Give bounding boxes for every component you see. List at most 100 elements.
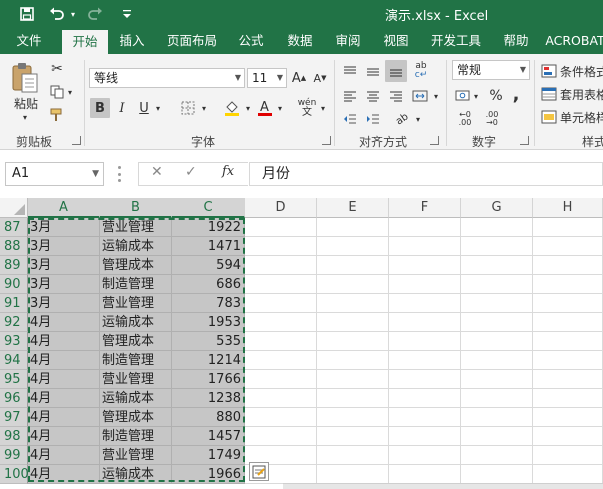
empty-cell[interactable]: [389, 237, 461, 256]
empty-cell[interactable]: [317, 275, 389, 294]
tab-formulas[interactable]: 公式: [231, 28, 271, 54]
tab-help[interactable]: 帮助: [496, 28, 536, 54]
row-header[interactable]: 89: [0, 256, 28, 275]
wrap-text-icon[interactable]: ab c↵: [410, 60, 432, 82]
phonetic-guide-icon[interactable]: wén 文: [297, 98, 317, 118]
cell-b[interactable]: 制造管理: [100, 351, 172, 370]
comma-style-button[interactable]: ,: [508, 84, 524, 105]
undo-icon[interactable]: [46, 3, 68, 25]
tab-review[interactable]: 审阅: [328, 28, 368, 54]
column-header-c[interactable]: C: [172, 198, 245, 218]
cell-c[interactable]: 783: [172, 294, 245, 313]
cell-c[interactable]: 1766: [172, 370, 245, 389]
cell-b[interactable]: 运输成本: [100, 313, 172, 332]
empty-cell[interactable]: [533, 446, 603, 465]
cell-c[interactable]: 1214: [172, 351, 245, 370]
tab-file[interactable]: 文件: [6, 28, 52, 54]
customize-quick-access-icon[interactable]: [116, 3, 138, 25]
fill-color-icon[interactable]: [222, 98, 242, 118]
format-painter-icon[interactable]: [48, 106, 66, 124]
cell-c[interactable]: 686: [172, 275, 245, 294]
copy-icon[interactable]: [48, 83, 66, 101]
cell-c[interactable]: 1238: [172, 389, 245, 408]
row-header[interactable]: 92: [0, 313, 28, 332]
copy-dropdown-icon[interactable]: ▾: [66, 87, 74, 97]
underline-dropdown-icon[interactable]: ▾: [153, 98, 163, 118]
row-header[interactable]: 95: [0, 370, 28, 389]
empty-cell[interactable]: [245, 256, 317, 275]
empty-cell[interactable]: [389, 408, 461, 427]
cell-a[interactable]: 3月: [28, 256, 100, 275]
empty-cell[interactable]: [317, 389, 389, 408]
row-header[interactable]: 98: [0, 427, 28, 446]
empty-cell[interactable]: [245, 313, 317, 332]
cell-a[interactable]: 4月: [28, 370, 100, 389]
row-header[interactable]: 88: [0, 237, 28, 256]
empty-cell[interactable]: [245, 408, 317, 427]
borders-icon[interactable]: [178, 98, 198, 118]
align-bottom-icon[interactable]: [385, 60, 407, 82]
empty-cell[interactable]: [317, 408, 389, 427]
empty-cell[interactable]: [533, 408, 603, 427]
empty-cell[interactable]: [317, 332, 389, 351]
column-header-f[interactable]: F: [389, 198, 461, 218]
column-header-b[interactable]: B: [100, 198, 172, 218]
increase-indent-icon[interactable]: [363, 109, 383, 129]
row-header[interactable]: 87: [0, 218, 28, 237]
cell-c[interactable]: 1471: [172, 237, 245, 256]
cell-b[interactable]: 运输成本: [100, 389, 172, 408]
empty-cell[interactable]: [533, 294, 603, 313]
cell-a[interactable]: 4月: [28, 446, 100, 465]
percent-style-button[interactable]: %: [486, 86, 506, 106]
cell-a[interactable]: 3月: [28, 237, 100, 256]
empty-cell[interactable]: [245, 275, 317, 294]
tab-view[interactable]: 视图: [376, 28, 416, 54]
font-launcher-icon[interactable]: [322, 136, 331, 145]
enter-formula-button[interactable]: ✓: [185, 164, 197, 180]
increase-decimal-icon[interactable]: ←0.00: [454, 109, 476, 129]
cell-b[interactable]: 管理成本: [100, 332, 172, 351]
cell-b[interactable]: 营业管理: [100, 294, 172, 313]
cell-b[interactable]: 运输成本: [100, 465, 172, 484]
number-launcher-icon[interactable]: [520, 136, 529, 145]
alignment-launcher-icon[interactable]: [430, 136, 439, 145]
cut-icon[interactable]: ✂: [48, 60, 66, 78]
cell-b[interactable]: 营业管理: [100, 370, 172, 389]
column-header-a[interactable]: A: [28, 198, 100, 218]
tab-developer[interactable]: 开发工具: [424, 28, 488, 54]
empty-cell[interactable]: [245, 389, 317, 408]
merge-dropdown-icon[interactable]: ▾: [431, 86, 441, 106]
increase-font-size-icon[interactable]: A ▲: [291, 68, 307, 88]
cell-b[interactable]: 营业管理: [100, 218, 172, 237]
align-middle-icon[interactable]: [363, 62, 383, 82]
cell-c[interactable]: 1749: [172, 446, 245, 465]
empty-cell[interactable]: [461, 218, 533, 237]
clipboard-launcher-icon[interactable]: [72, 136, 81, 145]
row-header[interactable]: 91: [0, 294, 28, 313]
cancel-formula-button[interactable]: ✕: [151, 164, 163, 180]
empty-cell[interactable]: [533, 465, 603, 484]
empty-cell[interactable]: [245, 294, 317, 313]
undo-dropdown-icon[interactable]: ▾: [68, 3, 78, 25]
paste-icon[interactable]: [8, 60, 42, 94]
align-top-icon[interactable]: [340, 62, 360, 82]
quick-analysis-button[interactable]: [249, 462, 269, 481]
row-header[interactable]: 90: [0, 275, 28, 294]
cell-styles-button[interactable]: 单元格样: [541, 107, 603, 127]
empty-cell[interactable]: [533, 237, 603, 256]
align-center-icon[interactable]: [363, 86, 383, 106]
empty-cell[interactable]: [461, 332, 533, 351]
merge-center-icon[interactable]: [410, 86, 430, 106]
empty-cell[interactable]: [245, 218, 317, 237]
decrease-font-size-icon[interactable]: A ▼: [312, 68, 328, 88]
cell-b[interactable]: 制造管理: [100, 275, 172, 294]
decrease-decimal-icon[interactable]: .00 →0: [481, 109, 503, 129]
orientation-dropdown-icon[interactable]: ▾: [413, 109, 423, 129]
conditional-formatting-button[interactable]: 条件格式: [541, 61, 603, 81]
italic-button[interactable]: I: [113, 98, 131, 118]
empty-cell[interactable]: [245, 370, 317, 389]
redo-icon[interactable]: [84, 3, 106, 25]
column-header-d[interactable]: D: [245, 198, 317, 218]
cell-a[interactable]: 4月: [28, 313, 100, 332]
empty-cell[interactable]: [389, 351, 461, 370]
